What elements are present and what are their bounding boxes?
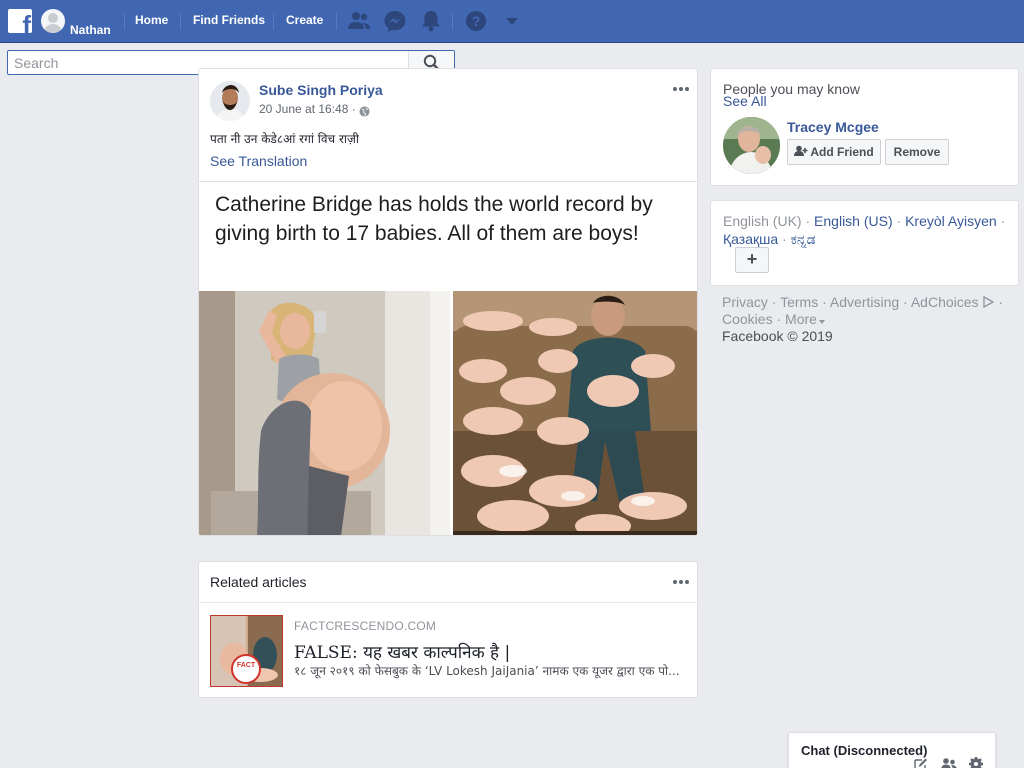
language-selector-card: English (UK) · English (US) · Kreyòl Ayi… xyxy=(710,200,1019,286)
svg-text:?: ? xyxy=(472,13,481,29)
fact-badge-text: FACT xyxy=(237,662,256,669)
post-timestamp[interactable]: 20 June at 16:48 · xyxy=(259,102,356,116)
friends-icon[interactable] xyxy=(347,10,371,32)
adchoices-icon xyxy=(983,295,995,309)
facebook-logo-icon[interactable]: f xyxy=(8,9,32,33)
caret-down-icon xyxy=(818,320,825,324)
divider xyxy=(199,602,697,603)
author-name-link[interactable]: Sube Singh Poriya xyxy=(259,82,383,98)
nav-divider xyxy=(124,13,125,30)
post-card: Sube Singh Poriya 20 June at 16:48 · पता… xyxy=(198,68,698,536)
footer-cookies-link[interactable]: Cookies xyxy=(722,311,773,327)
language-kazakh[interactable]: Қазақша xyxy=(723,231,778,247)
chat-title: Chat (Disconnected) xyxy=(801,743,928,758)
related-articles-title: Related articles xyxy=(210,574,307,590)
notifications-icon[interactable] xyxy=(419,10,443,32)
language-english-us[interactable]: English (US) xyxy=(814,213,893,229)
footer-terms-link[interactable]: Terms xyxy=(780,294,818,310)
add-friend-icon xyxy=(794,145,808,156)
globe-icon xyxy=(359,106,370,117)
profile-avatar[interactable] xyxy=(41,9,65,33)
nav-divider xyxy=(336,13,337,30)
add-friend-button[interactable]: Add Friend xyxy=(787,139,881,165)
footer-adchoices-label: AdChoices xyxy=(910,294,979,310)
language-kannada[interactable]: ಕನ್ನಡ xyxy=(791,231,816,247)
current-language: English (UK) xyxy=(723,213,802,229)
nav-divider xyxy=(273,13,274,30)
footer-more-link[interactable]: More xyxy=(785,311,826,327)
author-avatar[interactable] xyxy=(210,81,250,121)
post-image-caption: Catherine Bridge has holds the world rec… xyxy=(215,193,653,245)
new-group-icon[interactable] xyxy=(941,757,957,768)
nav-create-link[interactable]: Create xyxy=(286,13,323,27)
messenger-icon[interactable] xyxy=(383,10,407,32)
footer-advertising-link[interactable]: Advertising xyxy=(830,294,899,310)
footer-privacy-link[interactable]: Privacy xyxy=(722,294,768,310)
remove-button[interactable]: Remove xyxy=(885,139,949,165)
add-language-button[interactable]: + xyxy=(735,247,769,273)
nav-find-friends-link[interactable]: Find Friends xyxy=(193,13,265,27)
article-title-link[interactable]: FALSE: यह खबर काल्पनिक है | xyxy=(294,640,510,663)
post-image[interactable]: Catherine Bridge has holds the world rec… xyxy=(199,181,697,535)
people-you-may-know-card: People you may know See All Tracey Mcgee… xyxy=(710,68,1019,186)
post-text: पता नी उन केडे८आं रगां विच राज़ी xyxy=(210,132,359,146)
help-icon[interactable]: ? xyxy=(464,10,488,32)
copyright-text: Facebook © 2019 xyxy=(722,328,833,344)
language-kreyol-ayisyen[interactable]: Kreyòl Ayisyen xyxy=(905,213,997,229)
language-list: English (UK) · English (US) · Kreyòl Ayi… xyxy=(723,213,1006,247)
see-translation-link[interactable]: See Translation xyxy=(210,153,307,169)
chat-settings-icon[interactable] xyxy=(968,757,984,768)
footer-links: Privacy · Terms · Advertising · AdChoice… xyxy=(722,294,1003,327)
chat-bar[interactable]: Chat (Disconnected) xyxy=(788,732,996,768)
babies-photo xyxy=(453,291,697,535)
article-domain[interactable]: FACTCRESCENDO.COM xyxy=(294,619,436,633)
top-navigation-bar: f Nathan Home Find Friends Create ? xyxy=(0,0,1024,43)
related-articles-card: Related articles FACT FACTCRESCENDO.COM … xyxy=(198,561,698,698)
footer-more-label: More xyxy=(785,311,817,327)
suggested-person-name[interactable]: Tracey Mcgee xyxy=(787,119,879,135)
profile-name-link[interactable]: Nathan xyxy=(70,23,111,37)
article-description[interactable]: १८ जून २०१९ को फेसबुक के ‘LV Lokesh JaiJ… xyxy=(294,662,689,679)
compose-icon[interactable] xyxy=(913,757,929,768)
article-thumbnail[interactable]: FACT xyxy=(210,615,283,687)
related-options-icon[interactable] xyxy=(673,579,691,585)
post-options-icon[interactable] xyxy=(673,86,691,92)
see-all-link[interactable]: See All xyxy=(723,93,767,109)
footer-adchoices-link[interactable]: AdChoices xyxy=(911,294,995,310)
nav-divider xyxy=(180,13,181,30)
add-friend-label: Add Friend xyxy=(810,145,874,159)
suggested-person-avatar[interactable] xyxy=(723,117,780,174)
nav-home-link[interactable]: Home xyxy=(135,13,168,27)
account-menu-icon[interactable] xyxy=(500,10,524,32)
pregnant-woman-photo xyxy=(199,291,450,535)
nav-divider xyxy=(452,13,453,30)
